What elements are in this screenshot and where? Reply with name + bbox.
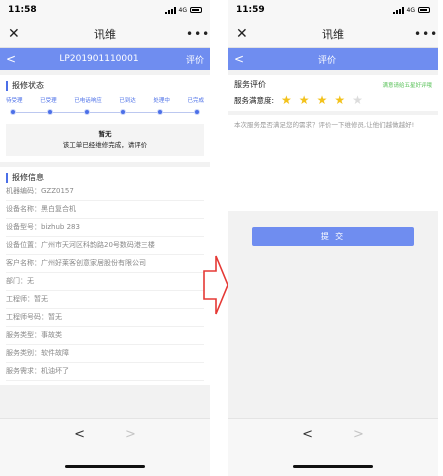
- comment-textarea[interactable]: 本次服务是否满足您的需求？评价一下维修员,让他们越做越好!: [228, 115, 438, 211]
- phone-right-evaluation: 11:59 4G ✕ 讯维 ••• < 评价 服务评价 满意请给五星好评哦 服务…: [228, 0, 438, 476]
- phone-left-order-detail: 11:58 4G ✕ 讯维 ••• < LP201901110001 评价 报修…: [0, 0, 210, 476]
- progress-track: [10, 107, 200, 119]
- star-icon[interactable]: ★: [334, 93, 345, 107]
- battery-icon: [418, 7, 430, 13]
- browser-forward-icon[interactable]: >: [125, 427, 136, 442]
- star-icon[interactable]: ★: [281, 93, 292, 107]
- step-label: 待受理: [6, 98, 23, 104]
- signal-icon: [392, 6, 404, 14]
- info-row: 设备型号：bizhub 283: [6, 219, 204, 237]
- app-title: 讯维: [94, 27, 116, 41]
- back-chevron-icon[interactable]: <: [234, 52, 248, 66]
- network-type: 4G: [406, 6, 415, 14]
- app-title-bar: ✕ 讯维 •••: [228, 20, 438, 48]
- browser-back-icon[interactable]: <: [302, 427, 313, 442]
- more-icon[interactable]: •••: [186, 27, 209, 41]
- info-row: 服务类型：事故类: [6, 327, 204, 345]
- repair-status-section: 报修状态 待受理 已受理 已电话响应 已到达 处理中 已完成 暂无 该工单已经维…: [0, 75, 210, 162]
- step-label: 已完成: [187, 98, 204, 104]
- browser-back-icon[interactable]: <: [74, 427, 85, 442]
- star-icon[interactable]: ★: [352, 93, 363, 107]
- info-row: 机器编码：GZZ0157: [6, 183, 204, 201]
- star-icon[interactable]: ★: [299, 93, 310, 107]
- info-row: 服务类别：软件故障: [6, 345, 204, 363]
- star-icon[interactable]: ★: [317, 93, 328, 107]
- info-row: 设备名称：黑白复合机: [6, 201, 204, 219]
- notice-title: 暂无: [98, 130, 112, 138]
- back-chevron-icon[interactable]: <: [6, 52, 20, 66]
- order-header: < LP201901110001 评价: [0, 48, 210, 70]
- step-dot: [10, 109, 16, 115]
- more-icon[interactable]: •••: [414, 27, 437, 41]
- repair-status-title: 报修状态: [6, 81, 204, 91]
- info-row: 部门：无: [6, 273, 204, 291]
- browser-bottom-bar: < >: [0, 418, 210, 476]
- status-time: 11:58: [8, 5, 37, 15]
- step-label: 已到达: [119, 98, 136, 104]
- step-dot: [193, 109, 200, 115]
- rating-section: 服务评价 满意请给五星好评哦 服务满意度: ★ ★ ★ ★ ★: [228, 75, 438, 111]
- step-label: 已受理: [40, 98, 57, 104]
- step-label: 已电话响应: [74, 98, 102, 104]
- step-dot: [83, 109, 90, 115]
- network-type: 4G: [178, 6, 187, 14]
- notice-body: 该工单已经维修完成，请评价: [62, 141, 148, 149]
- info-row: 服务需求：机油坏了: [6, 363, 204, 381]
- home-indicator[interactable]: [293, 465, 373, 468]
- info-row: 客户名称：广州好莱客创意家居股份有限公司: [6, 255, 204, 273]
- step-dot: [157, 109, 164, 115]
- app-title: 讯维: [322, 27, 344, 41]
- signal-icon: [164, 6, 176, 14]
- satisfaction-rating: 服务满意度: ★ ★ ★ ★ ★: [234, 93, 432, 107]
- right-arrow-icon: [203, 255, 229, 315]
- close-icon[interactable]: ✕: [8, 26, 24, 42]
- info-row: 设备位置：广州市天河区科韵路20号数码港三楼: [6, 237, 204, 255]
- evaluation-header: < 评价: [228, 48, 438, 70]
- home-indicator[interactable]: [65, 465, 145, 468]
- browser-forward-icon[interactable]: >: [353, 427, 364, 442]
- page-title: 评价: [317, 55, 336, 66]
- rating-title: 服务评价: [234, 80, 266, 89]
- repair-info-section: 报修信息 机器编码：GZZ0157 设备名称：黑白复合机 设备型号：bizhub…: [0, 167, 210, 385]
- step-dot: [120, 109, 127, 115]
- evaluate-link[interactable]: 评价: [178, 53, 204, 66]
- submit-button[interactable]: 提 交: [252, 227, 414, 246]
- repair-info-title: 报修信息: [6, 173, 204, 183]
- browser-bottom-bar: < >: [228, 418, 438, 476]
- screenshot-stage: 11:58 4G ✕ 讯维 ••• < LP201901110001 评价 报修…: [0, 0, 443, 476]
- status-bar: 11:59 4G: [228, 0, 438, 20]
- status-icons: 4G: [392, 6, 430, 14]
- info-row: 工程师：暂无: [6, 291, 204, 309]
- status-time: 11:59: [236, 5, 265, 15]
- order-number: LP201901110001: [59, 54, 139, 64]
- status-steps: 待受理 已受理 已电话响应 已到达 处理中 已完成: [6, 96, 204, 104]
- status-icons: 4G: [164, 6, 202, 14]
- status-notice: 暂无 该工单已经维修完成，请评价: [6, 124, 204, 156]
- battery-icon: [190, 7, 202, 13]
- rating-hint: 满意请给五星好评哦: [382, 82, 432, 89]
- info-row: 工程师号码：暂无: [6, 309, 204, 327]
- step-dot: [46, 109, 53, 115]
- close-icon[interactable]: ✕: [236, 26, 252, 42]
- step-label: 处理中: [153, 98, 170, 104]
- app-title-bar: ✕ 讯维 •••: [0, 20, 210, 48]
- status-bar: 11:58 4G: [0, 0, 210, 20]
- satisfaction-label: 服务满意度:: [234, 95, 275, 105]
